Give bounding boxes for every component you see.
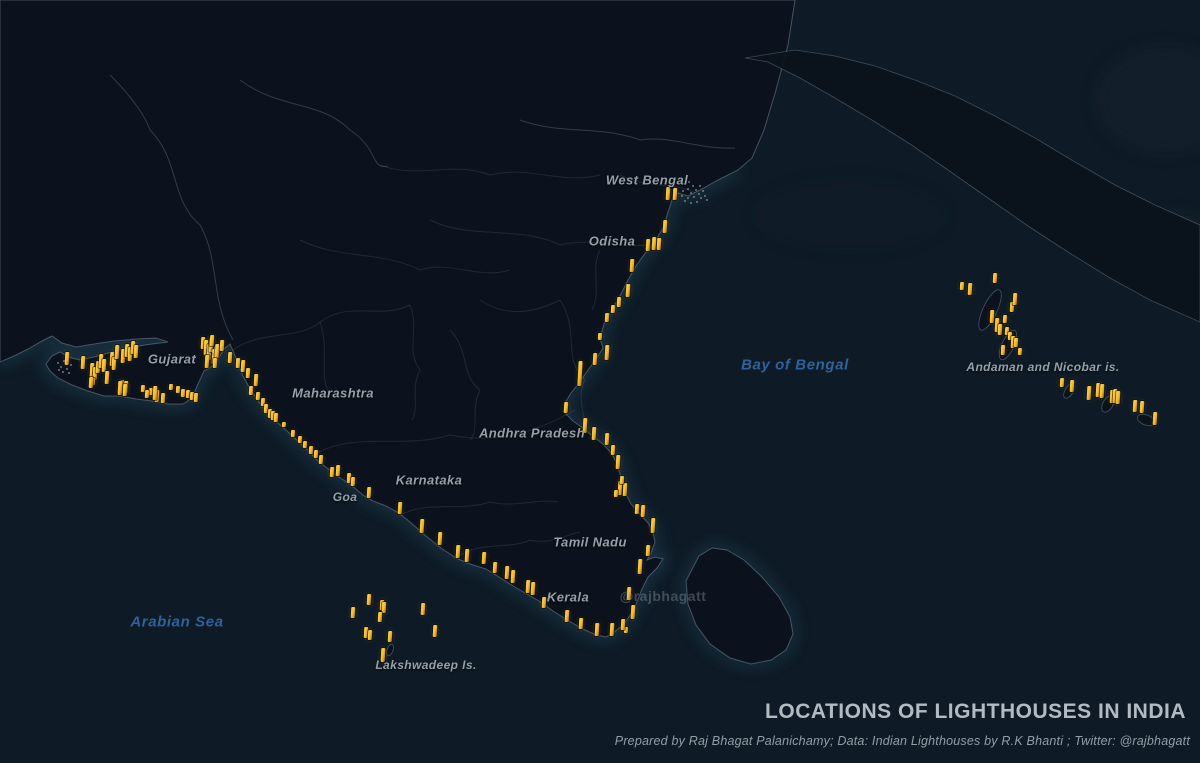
basemap-svg	[0, 0, 1200, 669]
mainland-landmass	[0, 0, 796, 638]
map-title: LOCATIONS OF LIGHTHOUSES IN INDIA	[765, 700, 1186, 723]
map-credit-line: Prepared by Raj Bhagat Palanichamy; Data…	[614, 734, 1190, 748]
watermark-text: @rajbhagatt	[619, 588, 707, 604]
lighthouse-map-canvas: Gujarat Maharashtra Andhra Pradesh Karnatak…	[0, 0, 1200, 763]
srilanka-landmass	[685, 547, 794, 665]
